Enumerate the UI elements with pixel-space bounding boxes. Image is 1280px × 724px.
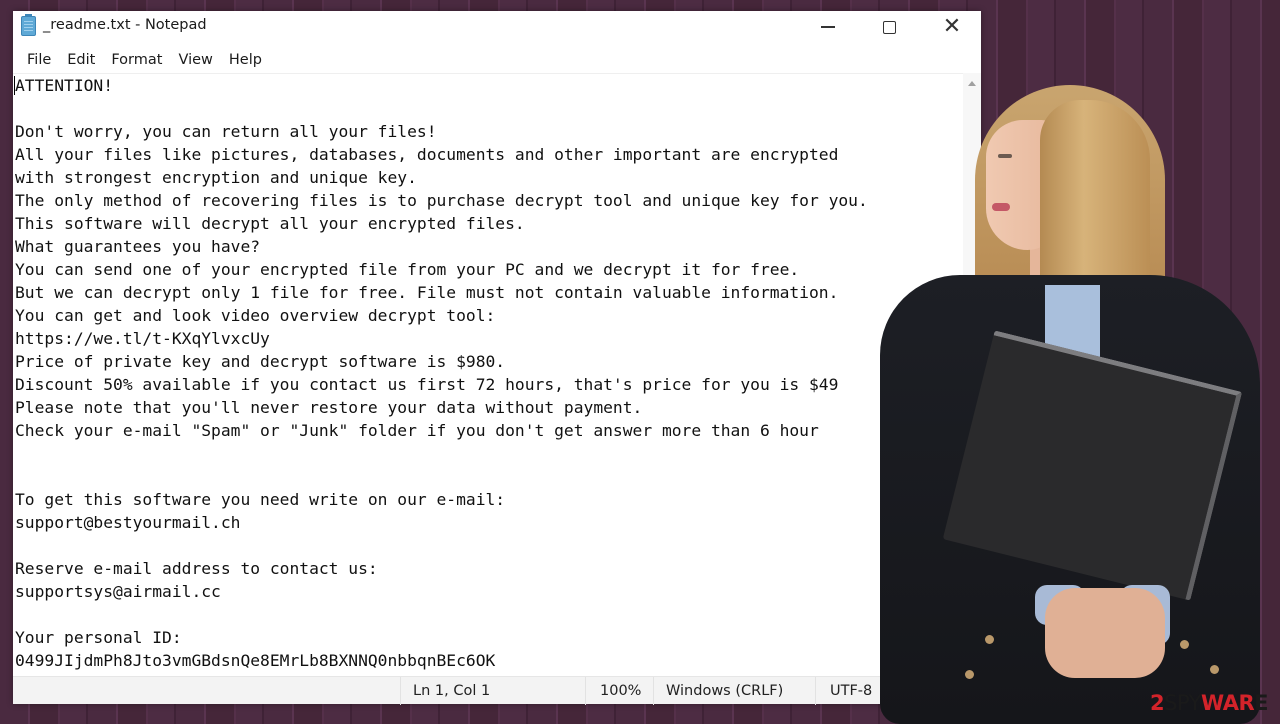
document-line: Price of private key and decrypt softwar… <box>15 352 506 371</box>
document-line: All your files like pictures, databases,… <box>15 145 839 164</box>
maximize-icon <box>882 20 896 34</box>
document-line: ATTENTION! <box>15 76 114 95</box>
document-line: 0499JIjdmPh8Jto3vmGBdsnQe8EMrLb8BXNNQ0nb… <box>15 651 496 670</box>
minimize-button[interactable] <box>805 11 851 43</box>
document-line: support@bestyourmail.ch <box>15 513 241 532</box>
binder <box>942 330 1243 601</box>
minimize-icon <box>821 26 835 28</box>
person-hands <box>1045 588 1165 678</box>
status-bar: Ln 1, Col 1 100% Windows (CRLF) UTF-8 <box>13 676 981 705</box>
blazer-button <box>985 635 994 644</box>
document-line: Please note that you'll never restore yo… <box>15 398 643 417</box>
maximize-button[interactable] <box>866 11 912 43</box>
shirt-cuff <box>1120 585 1170 645</box>
status-line-ending: Windows (CRLF) <box>653 677 815 705</box>
document-line: supportsys@airmail.cc <box>15 582 221 601</box>
document-line: Don't worry, you can return all your fil… <box>15 122 437 141</box>
document-text[interactable]: ATTENTION! Don't worry, you can return al… <box>15 74 963 672</box>
person-eye <box>998 154 1012 158</box>
person-face <box>986 120 1060 250</box>
watermark-war: WAR <box>1201 691 1255 715</box>
document-line: You can send one of your encrypted file … <box>15 260 800 279</box>
watermark-e: E <box>1254 691 1269 715</box>
document-line: The only method of recovering files is t… <box>15 191 868 210</box>
scroll-up-arrow-icon[interactable] <box>968 81 976 86</box>
document-line: This software will decrypt all your encr… <box>15 214 525 233</box>
menu-edit[interactable]: Edit <box>59 52 103 68</box>
blazer-button <box>1210 665 1219 674</box>
person-hair <box>975 85 1165 415</box>
document-line: What guarantees you have? <box>15 237 261 256</box>
menu-file[interactable]: File <box>19 52 59 68</box>
close-button[interactable]: ✕ <box>929 11 975 43</box>
window-title: _readme.txt - Notepad <box>43 17 207 33</box>
menu-bar: File Edit Format View Help <box>13 48 981 72</box>
document-line: with strongest encryption and unique key… <box>15 168 417 187</box>
notepad-icon <box>21 14 36 36</box>
document-line: Check your e-mail "Spam" or "Junk" folde… <box>15 421 819 440</box>
watermark-spy: SPY <box>1164 691 1201 715</box>
menu-format[interactable]: Format <box>103 52 170 68</box>
status-encoding: UTF-8 <box>815 677 981 705</box>
menu-help[interactable]: Help <box>221 52 270 68</box>
notepad-window: _readme.txt - Notepad ✕ File Edit Format… <box>13 11 981 705</box>
title-bar[interactable]: _readme.txt - Notepad ✕ <box>13 11 981 43</box>
blazer-button <box>1180 640 1189 649</box>
text-editor[interactable]: ATTENTION! Don't worry, you can return al… <box>13 73 963 676</box>
document-line: Your personal ID: <box>15 628 182 647</box>
2spyware-watermark-logo: 2 SPY WAR E <box>1150 690 1269 716</box>
person-lips <box>992 203 1010 211</box>
document-line: https://we.tl/t-KXqYlvxcUy <box>15 329 270 348</box>
document-line: To get this software you need write on o… <box>15 490 506 509</box>
close-icon: ✕ <box>942 14 962 39</box>
document-line: Reserve e-mail address to contact us: <box>15 559 378 578</box>
menu-view[interactable]: View <box>170 52 220 68</box>
document-line: But we can decrypt only 1 file for free.… <box>15 283 839 302</box>
document-line: You can get and look video overview decr… <box>15 306 496 325</box>
vertical-scrollbar[interactable] <box>963 73 981 676</box>
person-neck <box>1030 245 1070 305</box>
document-line: Discount 50% available if you contact us… <box>15 375 839 394</box>
person-shirt <box>1045 285 1100 395</box>
status-cursor-position: Ln 1, Col 1 <box>400 677 585 705</box>
watermark-digit: 2 <box>1150 691 1165 715</box>
shirt-cuff <box>1035 585 1085 625</box>
person-hair-front <box>1040 100 1150 420</box>
status-zoom: 100% <box>585 677 653 705</box>
